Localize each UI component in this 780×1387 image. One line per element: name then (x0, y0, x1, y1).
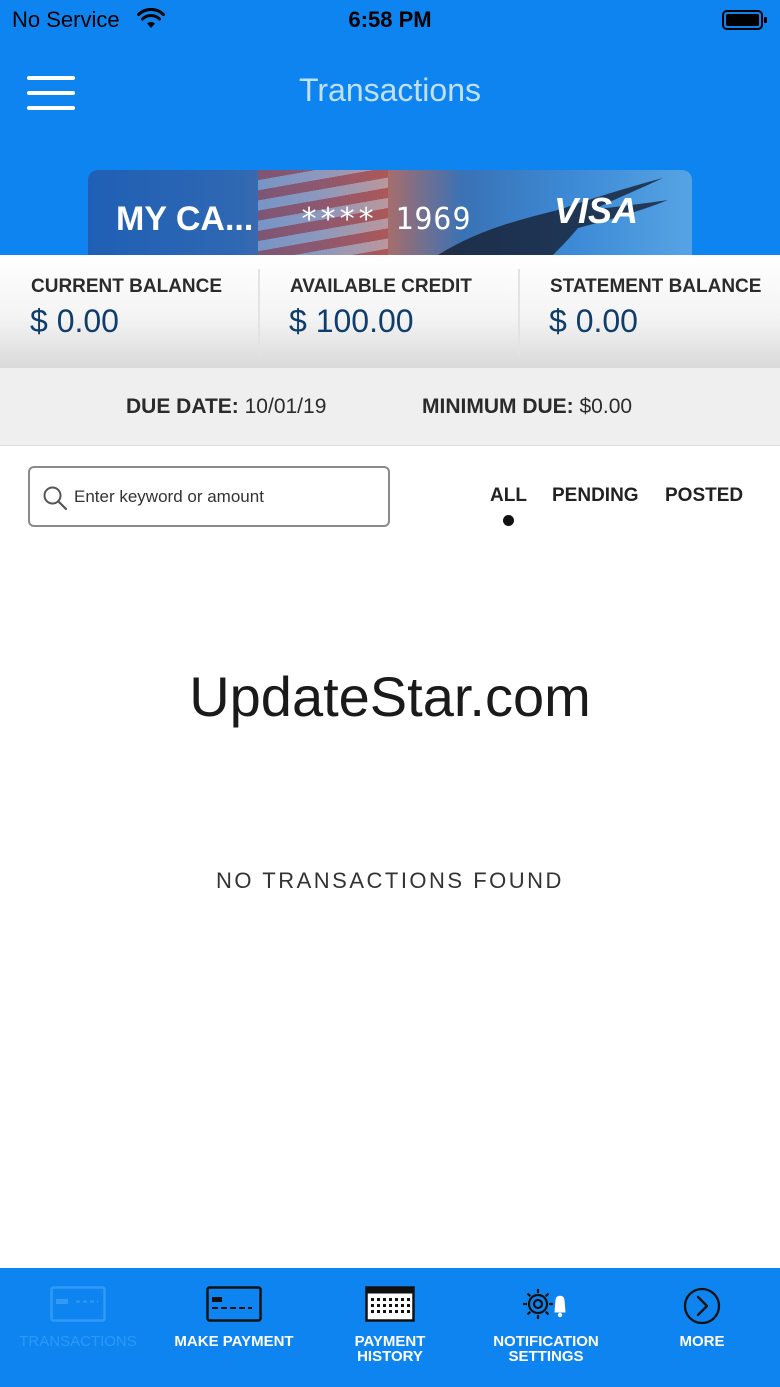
nav-label: MAKE PAYMENT (174, 1333, 294, 1350)
calendar-icon (365, 1286, 415, 1322)
card-icon (50, 1286, 106, 1322)
minimum-due-label: MINIMUM DUE: (422, 395, 574, 418)
card-name: MY CA... (116, 200, 254, 238)
nav-label: PAYMENT HISTORY (312, 1334, 468, 1364)
bottom-tab-bar: TRANSACTIONS MAKE PAYMENT PAYMENT HISTOR… (0, 1268, 780, 1387)
nav-transactions[interactable]: TRANSACTIONS (0, 1268, 156, 1387)
current-balance-label: CURRENT BALANCE (31, 276, 223, 297)
nav-payment-history[interactable]: PAYMENT HISTORY (312, 1268, 468, 1387)
search-icon (43, 486, 68, 511)
payment-card-icon (206, 1286, 262, 1322)
statement-balance-value: $ 0.00 (549, 303, 638, 339)
current-balance: CURRENT BALANCE $ 0.00 (0, 255, 259, 368)
nav-more[interactable]: MORE (624, 1268, 780, 1387)
due-info-row: DUE DATE: 10/01/19 MINIMUM DUE: $0.00 (0, 368, 780, 446)
statement-balance: STATEMENT BALANCE $ 0.00 (520, 255, 780, 368)
tab-all[interactable]: ALL (490, 485, 527, 507)
battery-icon (722, 10, 767, 30)
nav-label: MORE (679, 1333, 725, 1350)
current-balance-value: $ 0.00 (30, 303, 119, 339)
balance-summary: CURRENT BALANCE $ 0.00 AVAILABLE CREDIT … (0, 255, 780, 368)
clock: 6:58 PM (348, 7, 432, 32)
available-credit: AVAILABLE CREDIT $ 100.00 (260, 255, 519, 368)
nav-label-line: NOTIFICATION (493, 1333, 599, 1350)
visa-logo: VISA (554, 190, 639, 231)
nav-label-line: HISTORY (357, 1348, 423, 1365)
nav-label: TRANSACTIONS (19, 1333, 137, 1350)
page-title: Transactions (299, 72, 481, 108)
credit-card-banner[interactable]: MY CA... **** 1969 VISA (88, 170, 692, 255)
watermark-text: UpdateStar.com (189, 665, 591, 728)
nav-label-line: PAYMENT (354, 1333, 426, 1350)
available-credit-label: AVAILABLE CREDIT (290, 276, 472, 297)
nav-label: NOTIFICATION SETTINGS (468, 1334, 624, 1364)
nav-notification-settings[interactable]: NOTIFICATION SETTINGS (468, 1268, 624, 1387)
due-date-value: 10/01/19 (244, 395, 327, 418)
nav-make-payment[interactable]: MAKE PAYMENT (156, 1268, 312, 1387)
selected-tab-indicator (503, 515, 514, 526)
gear-bell-icon (523, 1289, 566, 1319)
chevron-right-circle-icon (683, 1287, 721, 1325)
minimum-due-value: $0.00 (579, 395, 633, 418)
status-bar: No Service 6:58 PM (0, 0, 780, 40)
nav-label-line: SETTINGS (508, 1348, 584, 1365)
available-credit-value: $ 100.00 (289, 303, 414, 339)
tab-pending[interactable]: PENDING (552, 485, 639, 507)
empty-state-message: NO TRANSACTIONS FOUND (216, 868, 564, 893)
due-date: DUE DATE: 10/01/19 (126, 395, 326, 419)
minimum-due: MINIMUM DUE: $0.00 (422, 395, 632, 419)
statement-balance-label: STATEMENT BALANCE (550, 276, 762, 297)
app-header: No Service 6:58 PM Transactions MY CA...… (0, 0, 780, 255)
tab-posted[interactable]: POSTED (665, 485, 743, 507)
search-box[interactable] (28, 466, 390, 527)
card-number: **** 1969 (300, 202, 472, 237)
search-input[interactable] (74, 480, 374, 514)
due-date-label: DUE DATE: (126, 395, 239, 418)
